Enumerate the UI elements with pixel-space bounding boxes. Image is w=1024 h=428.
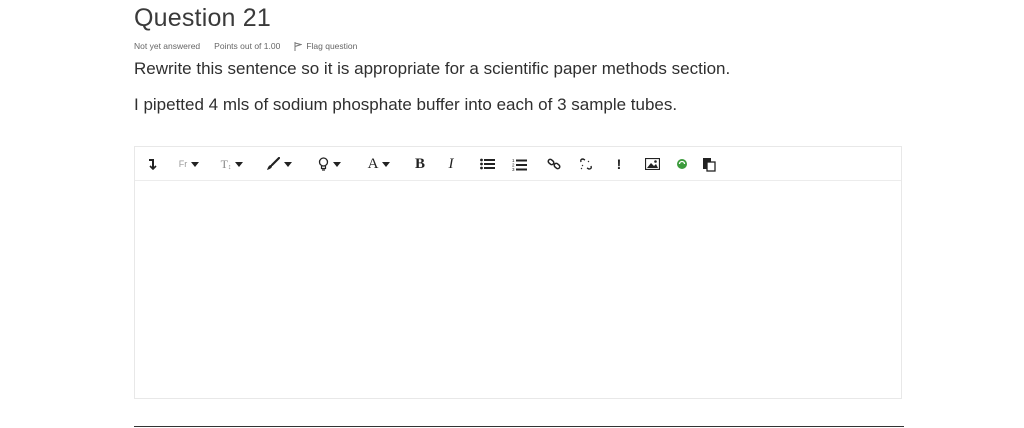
font-color-label: A [367,155,379,172]
italic-button[interactable]: I [445,155,457,173]
image-button[interactable] [644,155,660,173]
question-sentence: I pipetted 4 mls of sodium phosphate buf… [134,95,678,114]
brush-icon [267,157,280,170]
unlink-icon [580,158,592,170]
collapse-icon[interactable] [145,155,159,173]
image-icon [644,158,660,170]
answer-status: Not yet answered [134,41,201,51]
font-size-sub-icon: ↕ [227,163,232,171]
font-family-label: Fr [178,159,188,169]
bold-button[interactable]: B [413,155,427,173]
answer-editor: Fr T ↕ A B I 123 ! [134,146,902,399]
paste-button[interactable] [701,155,717,173]
ordered-list-button[interactable]: 123 [511,155,527,173]
paragraph-style-dropdown[interactable] [263,155,295,173]
font-size-dropdown[interactable]: T ↕ [219,155,245,173]
ordered-list-icon: 123 [512,158,527,171]
chevron-down-icon [332,161,341,167]
link-button[interactable] [546,155,562,173]
unlink-button[interactable] [578,155,594,173]
flag-icon [294,41,303,51]
flag-question-link[interactable]: Flag question [294,41,371,51]
unordered-list-icon [479,158,495,170]
unordered-list-button[interactable] [479,155,495,173]
question-meta: Not yet answered Points out of 1.00 Flag… [134,41,385,51]
svg-text:3: 3 [512,167,515,171]
editor-toolbar: Fr T ↕ A B I 123 ! [135,147,901,181]
points-info: Points out of 1.00 [214,41,281,51]
question-prompt: Rewrite this sentence so it is appropria… [134,59,731,78]
chevron-down-icon [235,161,244,167]
link-icon [547,158,561,170]
section-divider [134,426,904,427]
recycle-button[interactable] [675,155,689,173]
question-title: Question 21 [134,4,272,32]
font-color-dropdown[interactable]: A [363,155,395,173]
chevron-down-icon [284,161,292,167]
lightbulb-icon [318,157,328,171]
font-family-dropdown[interactable]: Fr [175,155,203,173]
font-size-label: T [220,156,228,171]
html-button[interactable]: ! [614,155,624,173]
recycle-icon [677,159,687,169]
lightbulb-dropdown[interactable] [315,155,343,173]
chevron-down-icon [382,161,391,167]
chevron-down-icon [191,161,200,167]
flag-question-label: Flag question [306,41,358,51]
editor-content-area[interactable] [135,182,901,398]
paste-icon [703,157,716,172]
